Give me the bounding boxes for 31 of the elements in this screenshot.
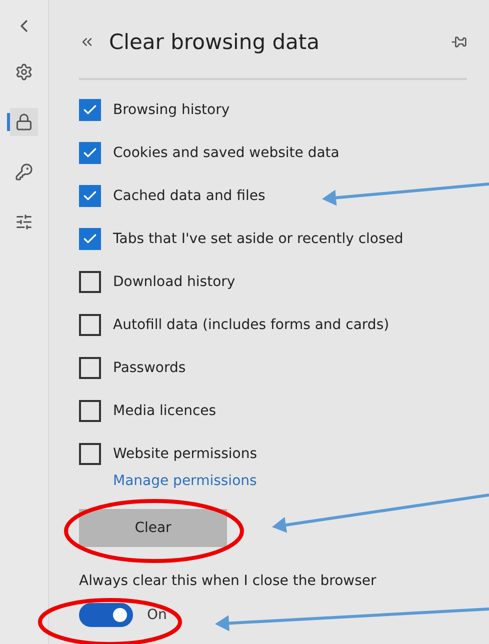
always-clear-label: Always clear this when I close the browser [79, 573, 376, 589]
checkbox[interactable] [79, 271, 101, 293]
pin-icon [451, 34, 467, 50]
checkbox-label: Autofill data (includes forms and cards) [113, 317, 390, 333]
lock-icon [15, 113, 33, 131]
settings-icon [15, 63, 33, 81]
key-icon [15, 163, 33, 181]
checkbox-label: Website permissions [113, 446, 258, 462]
checkbox[interactable] [79, 400, 101, 422]
clear-button[interactable]: Clear [79, 509, 227, 547]
checkbox[interactable] [79, 443, 101, 465]
toggle-switch[interactable] [79, 603, 133, 627]
checkbox[interactable] [79, 142, 101, 164]
panel-title: Clear browsing data [109, 30, 321, 54]
checkbox-label: Tabs that I've set aside or recently closed [113, 231, 404, 247]
checkbox-label: Media licences [113, 403, 216, 419]
checkbox[interactable] [79, 314, 101, 336]
toggle-state-text: On [147, 607, 167, 623]
checkbox-label: Download history [113, 274, 236, 290]
checkbox[interactable] [79, 357, 101, 379]
sliders-icon [15, 213, 33, 231]
manage-permissions-link[interactable]: Manage permissions [113, 473, 467, 489]
checkbox-label: Browsing history [113, 102, 230, 118]
nav-rail-button[interactable] [10, 108, 38, 136]
checkbox[interactable] [79, 185, 101, 207]
checkbox-label: Cached data and files [113, 188, 266, 204]
checkbox[interactable] [79, 99, 101, 121]
checkbox-label: Cookies and saved website data [113, 145, 340, 161]
checkbox-label: Passwords [113, 360, 186, 376]
checkbox[interactable] [79, 228, 101, 250]
pin-button[interactable] [451, 34, 467, 50]
